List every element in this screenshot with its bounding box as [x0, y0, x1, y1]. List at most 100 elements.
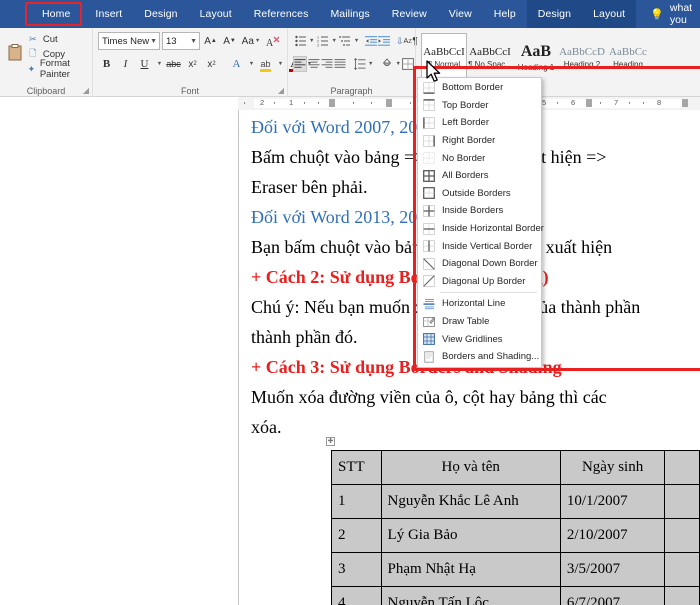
table-cell[interactable]	[664, 450, 700, 485]
italic-button[interactable]: I	[117, 55, 134, 73]
text-effects-dropdown[interactable]: ▼	[247, 55, 255, 73]
text-effects-button[interactable]: A	[228, 55, 245, 73]
table-cell[interactable]: 3/5/2007	[559, 552, 666, 587]
clear-formatting-icon: A	[266, 36, 279, 48]
decrease-indent-button[interactable]	[365, 33, 378, 49]
table-cell[interactable]: Phạm Nhật Hạ	[380, 552, 561, 587]
text-highlight-color-button[interactable]: ab	[257, 55, 274, 73]
menu-item-left-border[interactable]: Left Border	[418, 114, 541, 132]
underline-dropdown[interactable]: ▼	[155, 55, 163, 73]
table-cell[interactable]: 2	[331, 518, 382, 553]
menu-item-outside-borders[interactable]: Outside Borders	[418, 185, 541, 203]
format-painter-button[interactable]: ✦ Format Painter	[27, 58, 87, 80]
style-no-spacing[interactable]: AaBbCcI ¶ No Spac...	[467, 33, 513, 81]
text-highlight-dropdown[interactable]: ▼	[276, 55, 284, 73]
menu-item-right-border[interactable]: Right Border	[418, 132, 541, 150]
borders-dropdown-menu[interactable]: Bottom Border Top Border Left Border Rig…	[417, 77, 544, 368]
table-cell[interactable]	[664, 484, 700, 519]
increase-indent-button[interactable]	[378, 33, 391, 49]
tab-insert[interactable]: Insert	[84, 0, 133, 28]
menu-item-all-borders[interactable]: All Borders	[418, 167, 541, 185]
table-cell[interactable]: 2/10/2007	[559, 518, 666, 553]
style-heading-2[interactable]: AaBbCcD Heading 2	[559, 33, 605, 81]
ruler-mark: 6	[571, 98, 576, 107]
style-heading-1[interactable]: AaB Heading 1	[513, 33, 559, 81]
multilevel-list-button[interactable]: ▼	[338, 33, 359, 49]
change-case-button[interactable]: Aa ▼	[240, 32, 262, 50]
tab-mailings[interactable]: Mailings	[319, 0, 380, 28]
style-preview: AaBbCc	[609, 45, 647, 58]
tab-home[interactable]: Home	[28, 0, 84, 28]
borders-button[interactable]: ▼	[402, 55, 419, 74]
ruler-mark: 7	[614, 98, 619, 107]
clipboard-dialog-launcher[interactable]: ◢	[83, 86, 89, 95]
align-left-button[interactable]	[293, 56, 307, 72]
menu-item-diagonal-up-border[interactable]: Diagonal Up Border	[418, 273, 541, 291]
style-heading-3[interactable]: AaBbCc Heading	[605, 33, 651, 81]
table-move-handle-icon[interactable]: ✚	[326, 437, 335, 446]
menu-item-borders-and-shading[interactable]: Borders and Shading...	[418, 348, 541, 366]
menu-item-diagonal-down-border[interactable]: Diagonal Down Border	[418, 255, 541, 273]
table-cell[interactable]: Nguyễn Khắc Lê Anh	[380, 484, 561, 519]
menu-item-inside-horizontal-border[interactable]: Inside Horizontal Border	[418, 220, 544, 238]
tab-layout[interactable]: Layout	[189, 0, 243, 28]
line-spacing-icon	[352, 56, 367, 72]
menu-item-inside-borders[interactable]: Inside Borders	[418, 202, 541, 220]
doc-line: Muốn xóa đường viền của ô, cột hay bảng …	[251, 387, 607, 407]
font-name-combo[interactable]: Times New R ▼	[98, 32, 160, 50]
chevron-down-icon: ▼	[150, 37, 157, 45]
strikethrough-button[interactable]: abc	[165, 55, 182, 73]
grow-font-button[interactable]: A ▲	[202, 32, 219, 50]
tab-references[interactable]: References	[243, 0, 320, 28]
shading-button[interactable]: ▼	[379, 56, 401, 72]
menu-item-inside-vertical-border[interactable]: Inside Vertical Border	[418, 237, 541, 255]
table-cell[interactable]: 10/1/2007	[559, 484, 666, 519]
tab-view[interactable]: View	[438, 0, 483, 28]
paste-button[interactable]	[5, 31, 25, 75]
menu-item-view-gridlines[interactable]: View Gridlines	[418, 330, 541, 348]
menu-item-label: Horizontal Line	[442, 298, 506, 310]
table-cell[interactable]	[664, 586, 700, 605]
clear-formatting-button[interactable]: A	[264, 32, 281, 50]
cut-button[interactable]: ✂ Cut	[27, 32, 87, 46]
table-cell[interactable]: Họ và tên	[380, 450, 561, 485]
table-cell[interactable]: Nguyễn Tấn Lộc	[380, 586, 561, 605]
bold-button[interactable]: B	[98, 55, 115, 73]
menu-item-no-border[interactable]: No Border	[418, 149, 541, 167]
table-cell[interactable]: 1	[331, 484, 382, 519]
table-cell[interactable]	[664, 552, 700, 587]
document-table[interactable]: STT Họ và tên Ngày sinh 1 Nguyễn Khắc Lê…	[331, 450, 700, 605]
table-cell[interactable]: 4	[331, 586, 382, 605]
numbering-button[interactable]: 123 ▼	[315, 33, 337, 49]
font-size-combo[interactable]: 13 ▼	[162, 32, 200, 50]
tell-me-box[interactable]: 💡 Tell me what you want to do	[636, 0, 700, 50]
menu-item-top-border[interactable]: Top Border	[418, 97, 541, 115]
tab-table-design[interactable]: Design	[526, 0, 583, 28]
table-cell[interactable]	[664, 518, 700, 553]
table-cell[interactable]: STT	[331, 450, 382, 485]
align-right-button[interactable]	[321, 56, 333, 72]
menu-item-draw-table[interactable]: Draw Table	[418, 313, 541, 331]
line-spacing-button[interactable]: ▼	[352, 56, 373, 72]
shrink-font-button[interactable]: A ▼	[221, 32, 238, 50]
tab-help[interactable]: Help	[483, 0, 527, 28]
superscript-button[interactable]: x2	[203, 55, 220, 73]
table-cell[interactable]: 6/7/2007	[559, 586, 666, 605]
menu-item-horizontal-line[interactable]: Horizontal Line	[418, 295, 541, 313]
table-cell[interactable]: Ngày sinh	[559, 450, 666, 485]
underline-button[interactable]: U	[136, 55, 153, 73]
subscript-button[interactable]: x2	[184, 55, 201, 73]
format-painter-icon: ✦	[27, 63, 36, 74]
sort-button[interactable]: ⇩ AZ	[396, 33, 412, 49]
align-center-button[interactable]	[308, 56, 320, 72]
font-dialog-launcher[interactable]: ◢	[278, 86, 284, 95]
tab-design[interactable]: Design	[133, 0, 188, 28]
tab-table-layout[interactable]: Layout	[582, 0, 637, 28]
document-table-wrapper[interactable]: ✚ STT Họ và tên Ngày sinh 1 Nguyễn Khắc …	[326, 437, 700, 605]
justify-button[interactable]	[334, 56, 346, 72]
tab-review[interactable]: Review	[381, 0, 438, 28]
table-cell[interactable]: 3	[331, 552, 382, 587]
bullets-button[interactable]: ▼	[293, 33, 314, 49]
style-name: Heading	[613, 59, 643, 69]
table-cell[interactable]: Lý Gia Bảo	[380, 518, 561, 553]
